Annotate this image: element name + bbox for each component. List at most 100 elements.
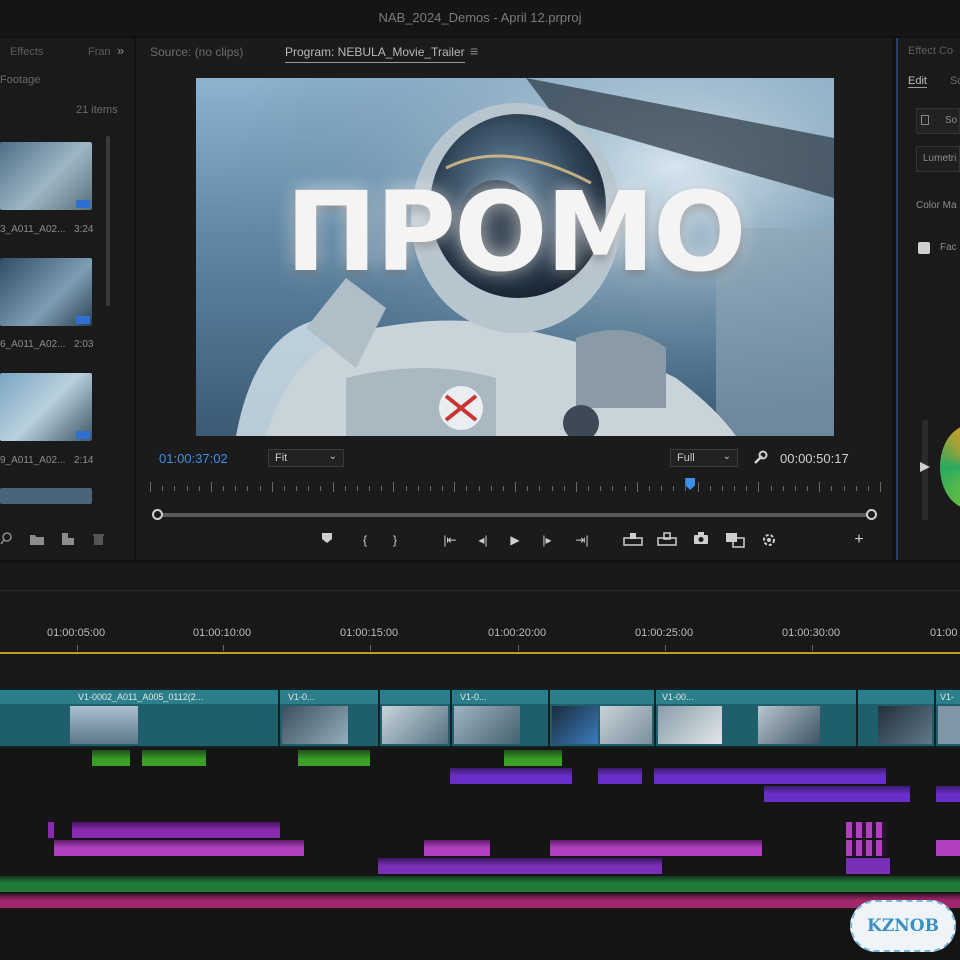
- mark-out-button[interactable]: }: [386, 532, 404, 548]
- ruler-tick: [746, 486, 748, 491]
- step-back-button[interactable]: ◂|: [474, 532, 492, 548]
- ruler-tick: [417, 486, 419, 491]
- face-detect-label: Fac: [940, 242, 957, 253]
- ruler-label: 01:00:15:00: [340, 627, 399, 639]
- ruler-label: 01:00:05:00: [47, 627, 106, 639]
- tab-effects[interactable]: Effects: [10, 46, 43, 58]
- extract-button[interactable]: [656, 532, 678, 548]
- monitor-time-ruler[interactable]: [150, 480, 881, 494]
- audio-clip[interactable]: [142, 750, 206, 766]
- clip-thumbnail[interactable]: [0, 488, 92, 504]
- tab-frame[interactable]: Fran: [88, 46, 111, 58]
- ruler-tick: [794, 486, 796, 491]
- ruler-tick: [831, 486, 833, 491]
- mark-in-button[interactable]: {: [356, 532, 374, 548]
- music-track[interactable]: [0, 876, 960, 892]
- panel-overflow-chevron-icon[interactable]: »: [117, 43, 124, 58]
- clip-frame: [454, 706, 520, 744]
- duration-timecode: 00:00:50:17: [780, 451, 849, 466]
- audio-clip[interactable]: [936, 786, 960, 802]
- audio-clip[interactable]: [846, 822, 886, 838]
- quality-dropdown[interactable]: Full ⌄: [670, 449, 738, 467]
- clip-name: 3_A011_A02...: [0, 224, 66, 235]
- ruler-tick: [709, 486, 711, 491]
- audio-clip[interactable]: [504, 750, 562, 766]
- ruler-tick: [247, 486, 249, 491]
- settings-gear-icon[interactable]: [760, 532, 778, 548]
- ruler-tick: [600, 486, 602, 491]
- work-area-bar[interactable]: [0, 652, 960, 654]
- ruler-tick: [259, 486, 261, 491]
- ruler-tick: [843, 486, 845, 491]
- new-item-icon[interactable]: [62, 533, 74, 545]
- audio-clip[interactable]: [764, 786, 910, 802]
- ruler-tick: [539, 486, 541, 491]
- add-marker-button[interactable]: [318, 532, 336, 548]
- tab-source[interactable]: Source: (no clips): [150, 45, 243, 59]
- add-button-icon[interactable]: +: [850, 532, 868, 548]
- go-to-out-button[interactable]: ⇥|: [572, 532, 592, 548]
- audio-clip[interactable]: [598, 768, 642, 784]
- ruler-label: 01:00:30:00: [782, 627, 841, 639]
- compare-view-icon[interactable]: [724, 532, 746, 548]
- audio-clip[interactable]: [92, 750, 130, 766]
- watermark-text: KZNOB: [867, 916, 939, 936]
- play-button[interactable]: ▶: [506, 532, 524, 548]
- clip-label: V1-: [940, 692, 955, 702]
- trash-icon[interactable]: [93, 533, 104, 545]
- ruler-tick: [393, 482, 395, 492]
- audio-clip[interactable]: [298, 750, 370, 766]
- step-forward-button[interactable]: |▸: [538, 532, 556, 548]
- zoom-handle-left[interactable]: [152, 509, 163, 520]
- zoom-handle-right[interactable]: [866, 509, 877, 520]
- search-icon[interactable]: [0, 532, 12, 546]
- tab-edit[interactable]: Edit: [908, 75, 927, 88]
- sfx-track[interactable]: [0, 894, 960, 908]
- ruler-tick: [819, 482, 821, 492]
- ruler-tick: [575, 482, 577, 492]
- clip-thumbnail[interactable]: [0, 258, 92, 326]
- ruler-tick: [515, 482, 516, 492]
- tab-program[interactable]: Program: NEBULA_Movie_Trailer: [285, 45, 465, 63]
- audio-clip[interactable]: [936, 840, 960, 856]
- audio-clip[interactable]: [72, 822, 280, 838]
- color-slider-handle[interactable]: [920, 462, 930, 472]
- audio-clip[interactable]: [450, 768, 572, 784]
- tab-other[interactable]: Sc: [950, 75, 960, 87]
- audio-clip[interactable]: [48, 822, 54, 838]
- ruler-label: 01:00: [930, 627, 958, 639]
- color-match-label: Color Ma: [916, 200, 957, 211]
- clip-thumbnail[interactable]: [0, 373, 92, 441]
- program-menu-icon[interactable]: ≡: [470, 43, 478, 59]
- audio-clip[interactable]: [424, 840, 490, 856]
- wrench-icon[interactable]: [752, 450, 768, 466]
- audio-clip[interactable]: [846, 840, 886, 856]
- audio-clip[interactable]: [846, 858, 890, 874]
- project-scrollbar[interactable]: [106, 136, 110, 306]
- audio-clip[interactable]: [54, 840, 304, 856]
- current-timecode[interactable]: 01:00:37:02: [159, 451, 228, 466]
- audio-clip[interactable]: [378, 858, 662, 874]
- ruler-tick: [782, 486, 784, 491]
- lift-button[interactable]: [622, 532, 644, 548]
- items-count: 21 items: [76, 104, 118, 116]
- lumetri-select[interactable]: Lumetri: [916, 146, 960, 172]
- ruler-tick: [734, 486, 735, 491]
- ruler-tick: [478, 486, 480, 491]
- ruler-tick: [807, 486, 808, 491]
- audio-clip[interactable]: [654, 768, 886, 784]
- folder-icon[interactable]: [30, 534, 44, 545]
- source-select[interactable]: So: [916, 108, 960, 134]
- clip-thumbnail[interactable]: [0, 142, 92, 210]
- ruler-tick: [344, 486, 346, 491]
- audio-clip[interactable]: [550, 840, 762, 856]
- ruler-tick: [150, 482, 151, 492]
- zoom-scroll-bar[interactable]: [156, 513, 874, 517]
- ruler-tick: [527, 486, 529, 491]
- fit-dropdown[interactable]: Fit ⌄: [268, 449, 344, 467]
- clip-frame: [600, 706, 652, 744]
- camera-icon[interactable]: [692, 532, 710, 548]
- ruler-label: 01:00:10:00: [193, 627, 252, 639]
- face-detect-checkbox[interactable]: [918, 242, 930, 254]
- go-to-in-button[interactable]: |⇤: [440, 532, 460, 548]
